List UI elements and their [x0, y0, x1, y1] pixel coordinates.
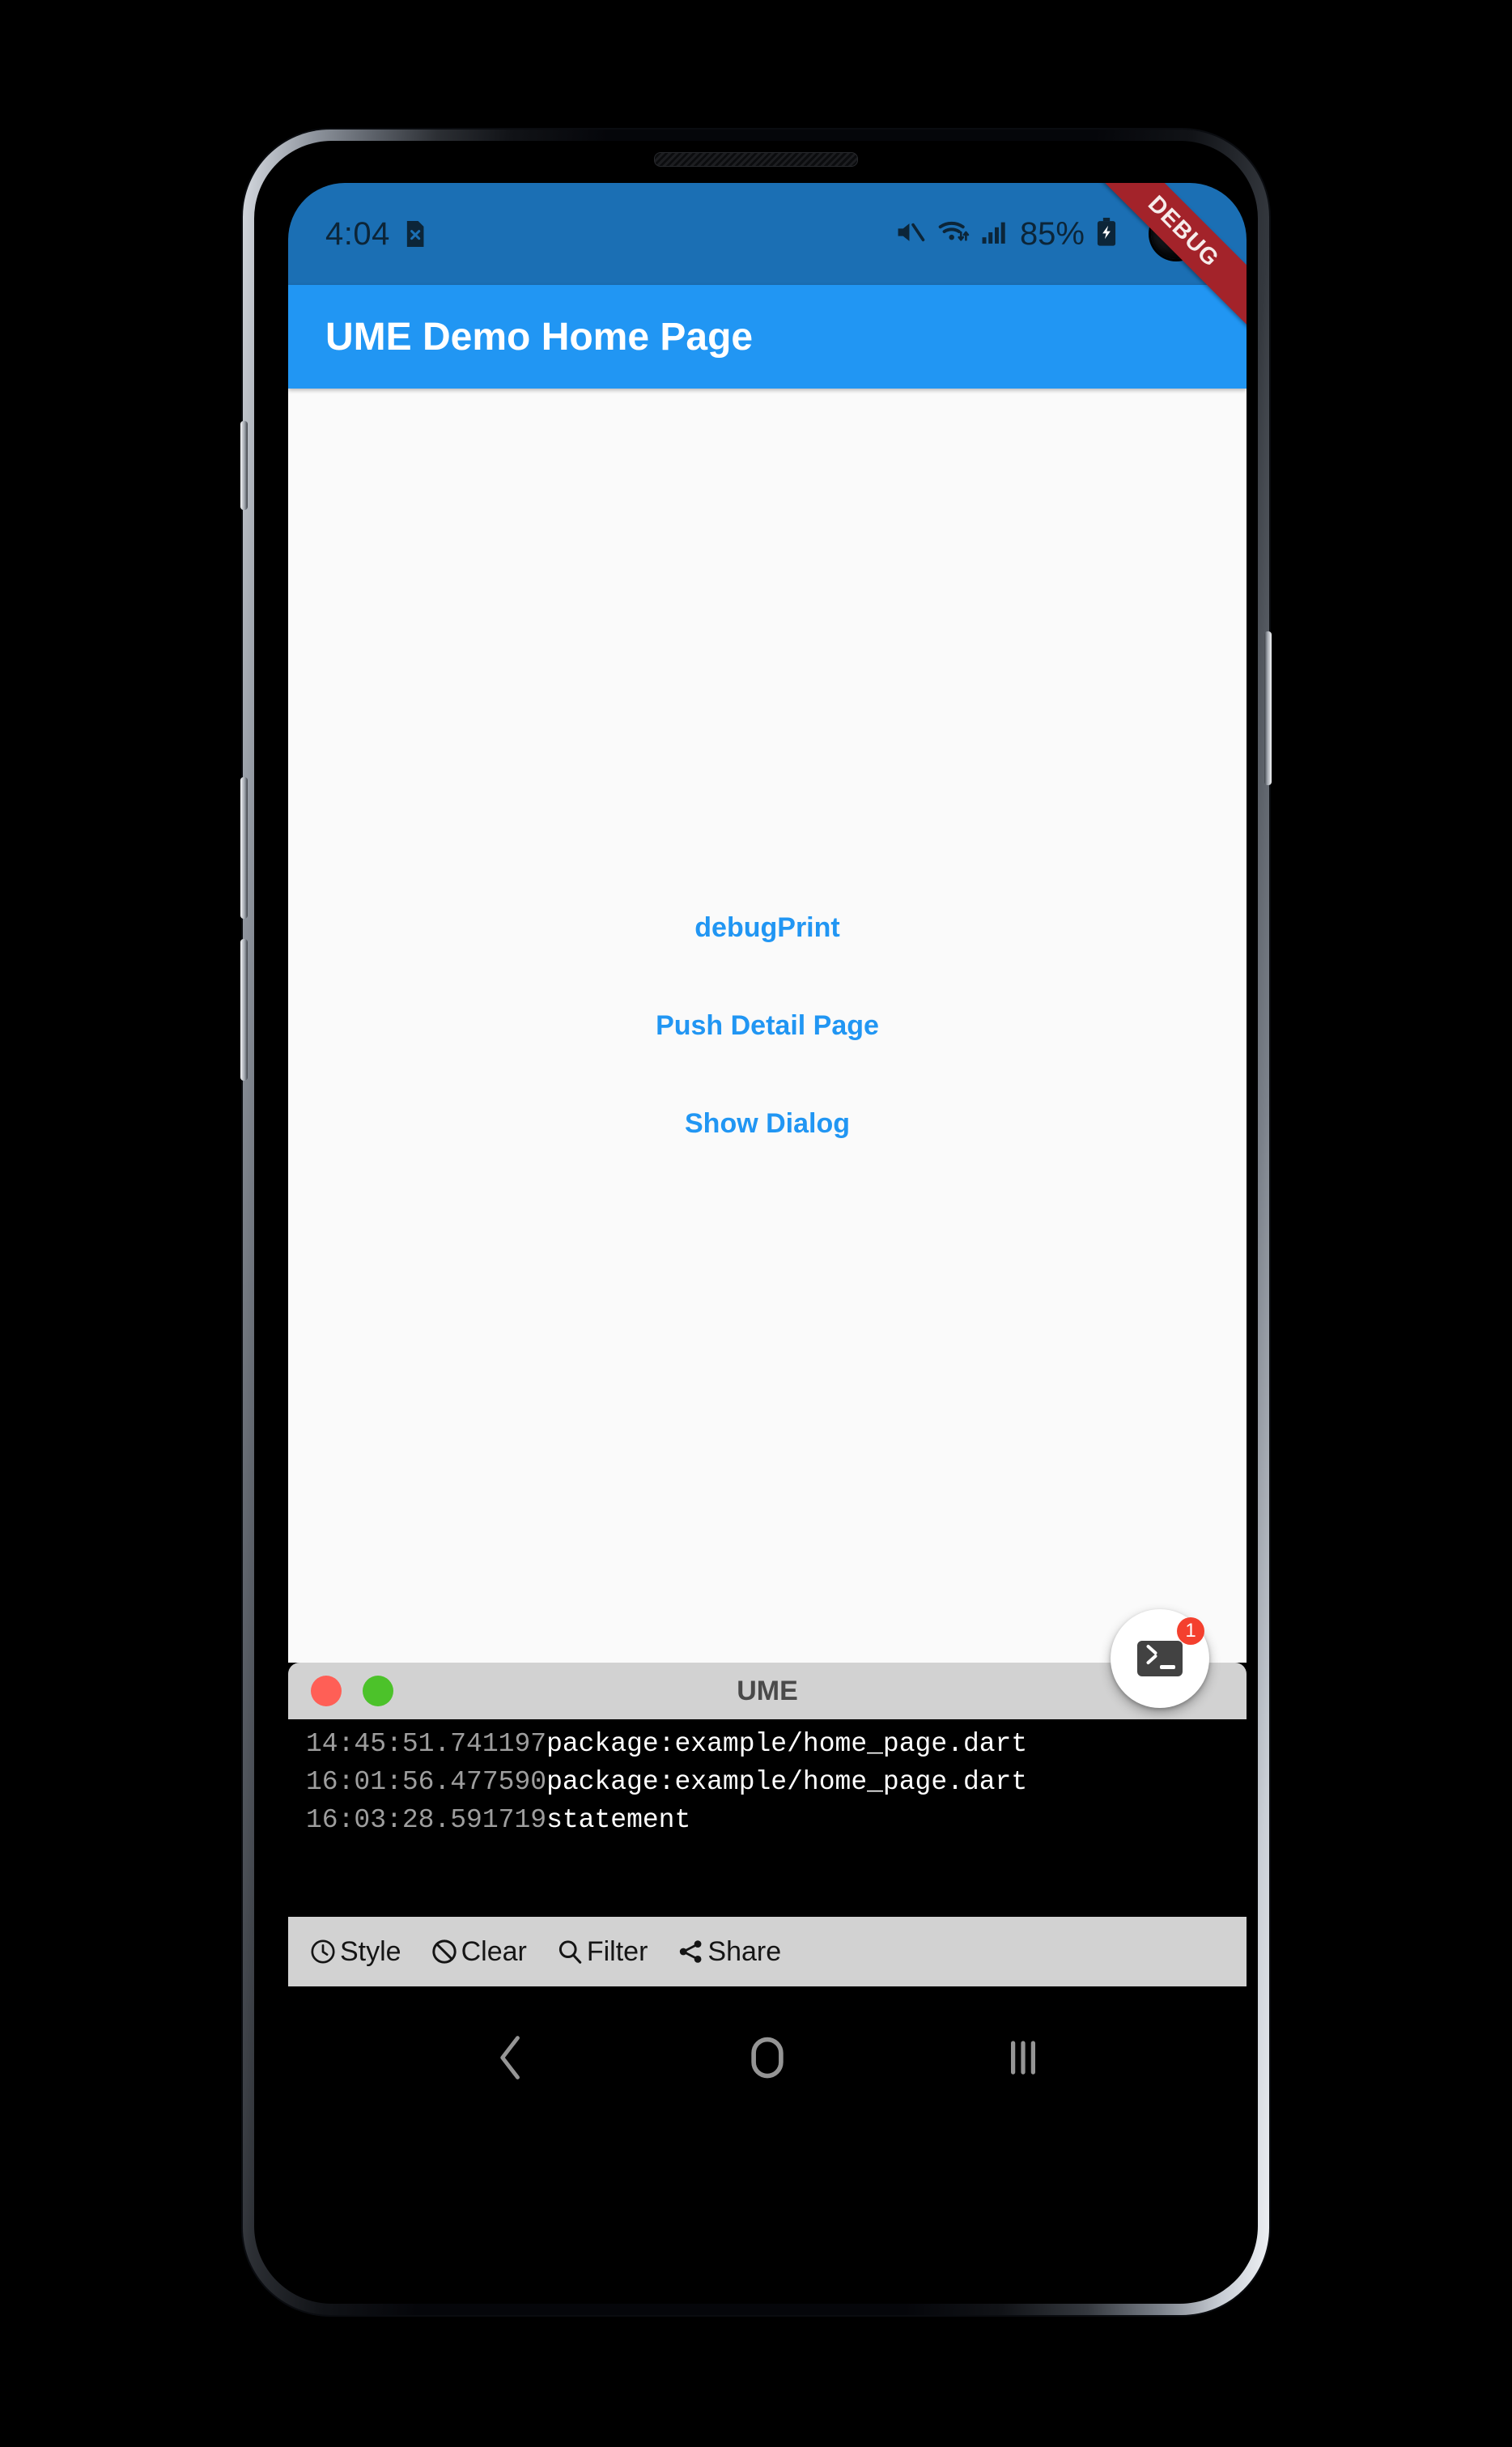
console-share-label: Share [707, 1935, 782, 1967]
phone-device: 4:04 85% DEBUG UME Demo Home Page debugP… [240, 130, 1272, 2315]
ume-console-panel: UME 14:45:51.741197package:example/home_… [288, 1663, 1247, 1986]
clock-icon [309, 1938, 337, 1965]
recents-bars-icon[interactable] [1004, 2033, 1042, 2086]
log-entry: 14:45:51.741197package:example/home_page… [306, 1727, 1229, 1762]
earpiece-speaker [654, 152, 858, 167]
status-bar: 4:04 85% DEBUG [288, 183, 1247, 333]
app-content: debugPrint Push Detail Page Show Dialog … [288, 389, 1247, 1708]
log-entry: 16:01:56.477590package:example/home_page… [306, 1765, 1229, 1800]
console-clear-label: Clear [461, 1935, 527, 1967]
power-button[interactable] [1264, 631, 1272, 785]
console-filter-button[interactable]: Filter [556, 1936, 648, 1968]
push-detail-page-button[interactable]: Push Detail Page [635, 992, 900, 1060]
log-timestamp: 16:03:28.591719 [306, 1804, 547, 1835]
battery-percent-label: 85% [1019, 215, 1085, 252]
console-title: UME [737, 1675, 798, 1706]
log-timestamp: 16:01:56.477590 [306, 1766, 547, 1797]
console-expand-dot[interactable] [363, 1676, 393, 1706]
log-timestamp: 14:45:51.741197 [306, 1729, 547, 1759]
volume-mute-icon [895, 219, 926, 250]
block-icon [431, 1938, 458, 1965]
bixby-button[interactable] [240, 421, 248, 510]
console-log-list[interactable]: 14:45:51.741197package:example/home_page… [288, 1719, 1247, 1917]
console-header: UME [288, 1663, 1247, 1719]
status-bar-right: 85% [895, 216, 1117, 253]
status-bar-left: 4:04 [325, 216, 426, 253]
volume-up-button[interactable] [240, 777, 248, 919]
terminal-icon [1137, 1641, 1183, 1676]
battery-charging-icon [1096, 217, 1117, 251]
share-icon [677, 1938, 704, 1965]
terminal-underscore [1160, 1665, 1175, 1669]
console-toolbar: Style Clear Filter Share [288, 1917, 1247, 1986]
back-chevron-icon[interactable] [493, 2033, 530, 2086]
log-message: package:example/home_page.dart [546, 1729, 1028, 1759]
ume-floating-action-button[interactable]: 1 [1111, 1609, 1209, 1708]
console-window-controls [311, 1676, 393, 1706]
log-message: package:example/home_page.dart [546, 1766, 1028, 1797]
console-close-dot[interactable] [311, 1676, 342, 1706]
phone-bezel: 4:04 85% DEBUG UME Demo Home Page debugP… [254, 141, 1258, 2304]
status-clock: 4:04 [325, 215, 390, 252]
console-style-label: Style [340, 1935, 401, 1967]
wifi-icon [937, 219, 970, 250]
console-style-button[interactable]: Style [309, 1936, 401, 1968]
fab-badge-count: 1 [1177, 1617, 1204, 1645]
cellular-signal-icon [981, 219, 1009, 250]
app-bar: UME Demo Home Page [288, 285, 1247, 389]
log-entry: 16:03:28.591719statement [306, 1803, 1229, 1838]
android-navigation-bar [288, 1986, 1247, 2132]
debug-print-button[interactable]: debugPrint [673, 894, 860, 962]
phone-screen: 4:04 85% DEBUG UME Demo Home Page debugP… [288, 183, 1247, 2284]
home-circle-icon[interactable] [745, 2033, 789, 2086]
search-icon [556, 1938, 584, 1965]
console-filter-label: Filter [586, 1935, 648, 1967]
volume-down-button[interactable] [240, 939, 248, 1081]
page-title: UME Demo Home Page [325, 315, 754, 359]
show-dialog-button[interactable]: Show Dialog [664, 1090, 871, 1158]
console-share-button[interactable]: Share [677, 1936, 781, 1968]
sim-off-icon [403, 221, 426, 247]
log-message: statement [546, 1804, 691, 1835]
console-clear-button[interactable]: Clear [431, 1936, 527, 1968]
